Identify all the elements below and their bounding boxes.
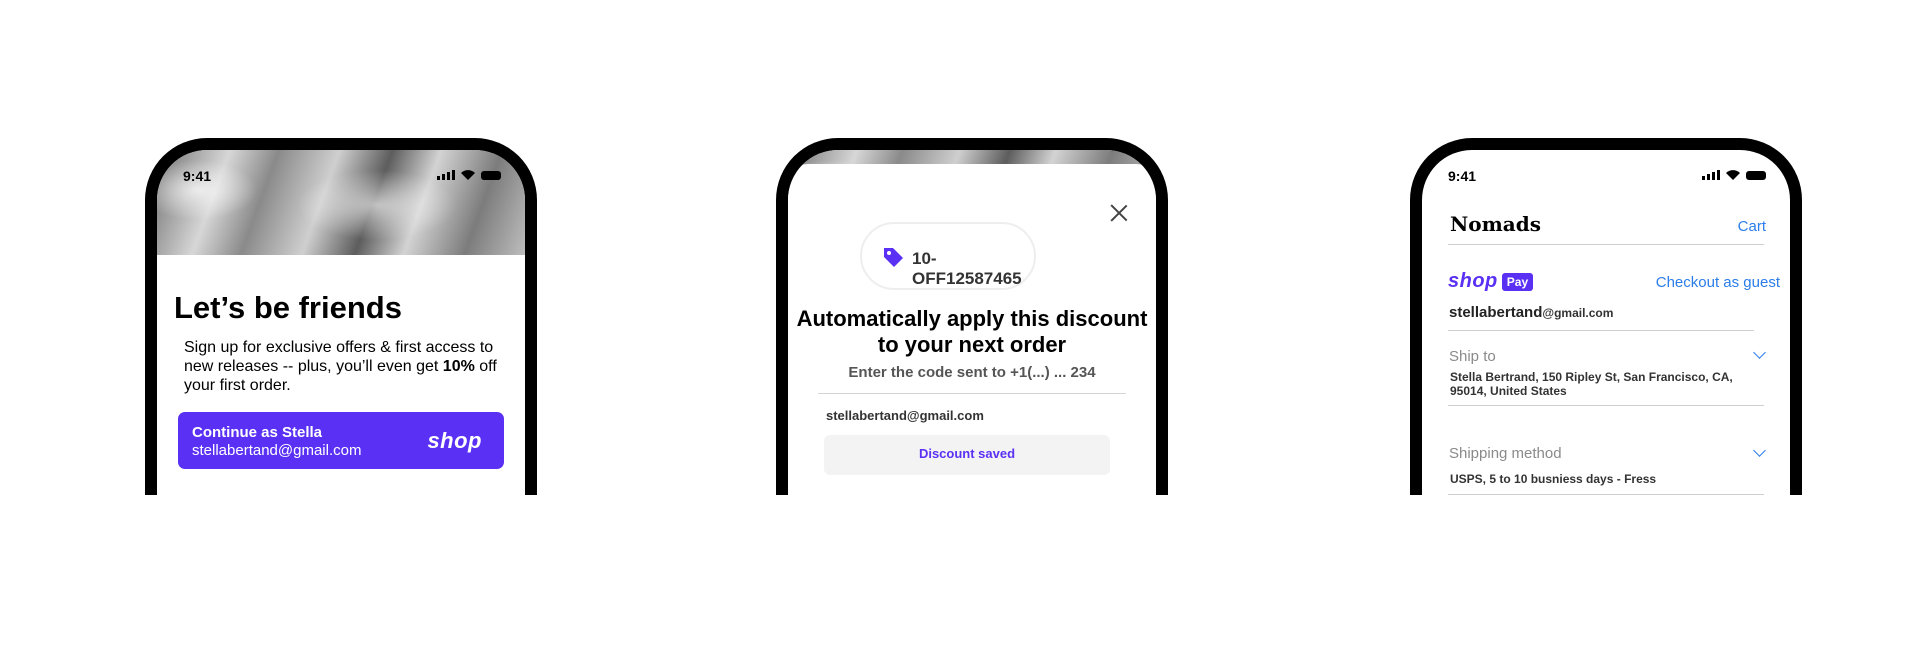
signup-description: Sign up for exclusive offers & first acc…: [184, 339, 497, 394]
phone-frame: 10-OFF12587465 Automatically apply this …: [776, 138, 1168, 495]
code-instructions: Enter the code sent to +1(...) ... 234: [848, 364, 1096, 381]
discount-saved-button[interactable]: Discount saved: [824, 435, 1110, 475]
wifi-icon: [1726, 170, 1740, 180]
status-time: 9:41: [183, 168, 212, 184]
shop-logo: shop: [1448, 270, 1498, 292]
phone-mockup-signup: 9:41 Let’s be friends Sign up for exclus…: [145, 138, 537, 495]
account-email: stellabertand@gmail.com: [1449, 304, 1614, 321]
battery-icon: [1746, 171, 1766, 180]
checkout-as-guest-link[interactable]: Checkout as guest: [1656, 274, 1780, 291]
email-text: stellabertand@gmail.com: [826, 408, 984, 423]
shop-logo: shop: [427, 428, 482, 453]
shop-pay-button[interactable]: shop Pay: [1448, 270, 1534, 293]
status-bar: 9:41: [1422, 168, 1790, 186]
signal-icon: [437, 170, 455, 180]
chevron-down-icon[interactable]: [1753, 444, 1766, 457]
divider: [1448, 494, 1764, 495]
phone-frame: 9:41 Nomads Cart shop Pay Checkout as gu…: [1410, 138, 1802, 495]
divider: [1448, 244, 1764, 245]
battery-icon: [481, 171, 501, 180]
wifi-icon: [461, 170, 475, 180]
continue-email: stellabertand@gmail.com: [192, 442, 362, 459]
cart-link[interactable]: Cart: [1738, 218, 1766, 235]
store-logo: Nomads: [1450, 212, 1541, 236]
divider: [1448, 330, 1754, 331]
hero-photo: [157, 150, 525, 255]
phone-mockup-discount: 10-OFF12587465 Automatically apply this …: [776, 138, 1168, 495]
close-icon[interactable]: [1110, 204, 1128, 222]
phone-screen: 9:41 Nomads Cart shop Pay Checkout as gu…: [1422, 150, 1790, 495]
discount-code: 10-OFF12587465: [912, 249, 1022, 288]
phone-frame: 9:41 Let’s be friends Sign up for exclus…: [145, 138, 537, 495]
phone-screen: 9:41 Let’s be friends Sign up for exclus…: [157, 150, 525, 495]
divider: [1448, 405, 1764, 406]
continue-label: Continue as Stella: [192, 424, 323, 441]
pay-badge: Pay: [1501, 272, 1534, 291]
discount-sheet: 10-OFF12587465 Automatically apply this …: [788, 164, 1156, 495]
shipping-method-label: Shipping method: [1449, 445, 1562, 462]
tag-icon: [884, 248, 903, 267]
page-title: Let’s be friends: [174, 290, 402, 325]
discount-heading: Automatically apply this discount to you…: [796, 306, 1148, 357]
divider: [818, 393, 1126, 394]
shipping-method-value: USPS, 5 to 10 busniess days - Fress: [1450, 472, 1657, 486]
ship-to-label: Ship to: [1449, 348, 1496, 365]
chevron-down-icon[interactable]: [1753, 346, 1766, 359]
continue-as-button[interactable]: Continue as Stella stellabertand@gmail.c…: [178, 412, 504, 469]
phone-mockup-checkout: 9:41 Nomads Cart shop Pay Checkout as gu…: [1410, 138, 1802, 495]
status-bar: 9:41: [157, 168, 525, 186]
ship-to-address: Stella Bertrand, 150 Ripley St, San Fran…: [1450, 370, 1733, 398]
status-time: 9:41: [1448, 168, 1477, 184]
signal-icon: [1702, 170, 1720, 180]
discount-code-pill: 10-OFF12587465: [860, 222, 1036, 290]
phone-screen: 10-OFF12587465 Automatically apply this …: [788, 150, 1156, 495]
